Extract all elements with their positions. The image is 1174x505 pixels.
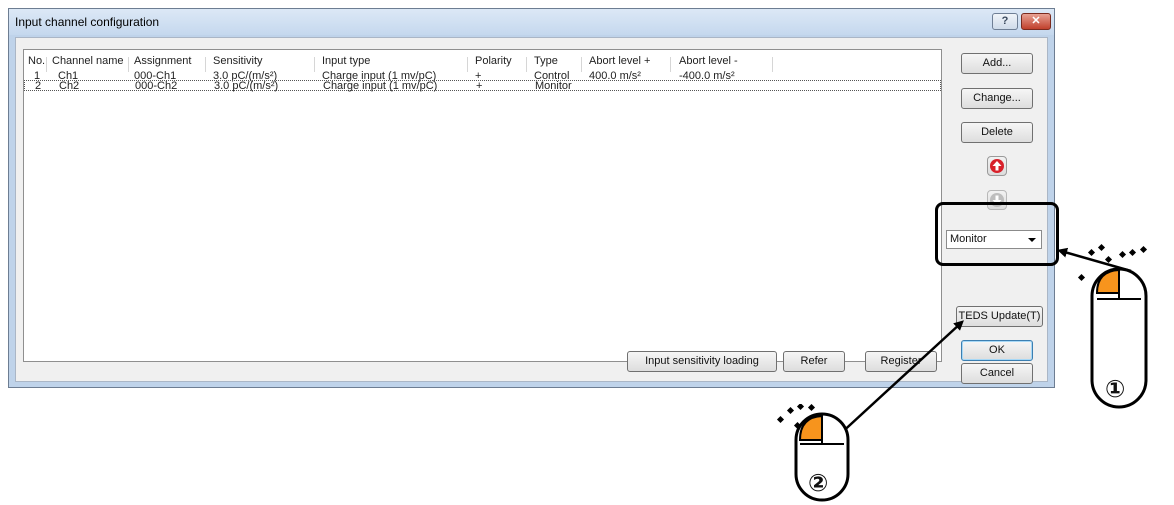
col-abort-plus[interactable]: Abort level + (589, 55, 650, 67)
header-separator (670, 57, 671, 72)
title-bar: Input channel configuration ? ✕ (9, 9, 1054, 35)
cell-channel-name: Ch2 (59, 80, 80, 92)
cancel-button[interactable]: Cancel (961, 363, 1033, 384)
header-separator (772, 57, 773, 72)
teds-update-button[interactable]: TEDS Update(T) (956, 306, 1043, 327)
delete-button[interactable]: Delete (961, 122, 1033, 143)
header-separator (46, 57, 47, 72)
refer-button[interactable]: Refer (783, 351, 845, 372)
input-sensitivity-loading-button[interactable]: Input sensitivity loading (627, 351, 777, 372)
mouse-click-2-icon: ② (775, 402, 865, 502)
col-abort-minus[interactable]: Abort level - (679, 55, 738, 67)
cell-sensitivity: 3.0 pC/(m/s²) (214, 80, 279, 92)
highlight-box (935, 202, 1059, 266)
up-arrow-glyph-icon (992, 161, 1002, 171)
header-separator (581, 57, 582, 72)
step-2-label: ② (808, 469, 829, 497)
change-button[interactable]: Change... (961, 88, 1033, 109)
header-separator (205, 57, 206, 72)
input-channel-dialog: Input channel configuration ? ✕ No. Chan… (8, 8, 1055, 388)
header-separator (526, 57, 527, 72)
col-type[interactable]: Type (534, 55, 558, 67)
ok-button[interactable]: OK (961, 340, 1033, 361)
dialog-client-area: No. Channel name Assignment Sensitivity … (15, 37, 1048, 384)
col-assignment[interactable]: Assignment (134, 55, 191, 67)
cell-type: Monitor (535, 80, 572, 92)
close-button[interactable]: ✕ (1021, 13, 1051, 30)
header-separator (467, 57, 468, 72)
cell-assignment: 000-Ch2 (135, 80, 178, 92)
col-sensitivity[interactable]: Sensitivity (213, 55, 263, 67)
register-button[interactable]: Register (865, 351, 937, 372)
col-input-type[interactable]: Input type (322, 55, 370, 67)
header-separator (314, 57, 315, 72)
table-row-selected[interactable]: 2 Ch2 000-Ch2 3.0 pC/(m/s²) Charge input… (24, 80, 941, 92)
add-button[interactable]: Add... (961, 53, 1033, 74)
mouse-click-1-icon: ① (1075, 243, 1174, 413)
dialog-title: Input channel configuration (15, 15, 160, 29)
col-channel-name[interactable]: Channel name (52, 55, 124, 67)
cell-input-type: Charge input (1 mv/pC) (323, 80, 438, 92)
move-up-icon[interactable] (987, 156, 1007, 176)
col-polarity[interactable]: Polarity (475, 55, 512, 67)
step-1-label: ① (1105, 375, 1126, 403)
col-no[interactable]: No. (28, 55, 45, 67)
channel-list[interactable]: No. Channel name Assignment Sensitivity … (23, 49, 942, 362)
cell-polarity: + (476, 80, 483, 92)
header-separator (128, 57, 129, 72)
cell-no: 2 (35, 80, 42, 92)
help-button[interactable]: ? (992, 13, 1018, 30)
